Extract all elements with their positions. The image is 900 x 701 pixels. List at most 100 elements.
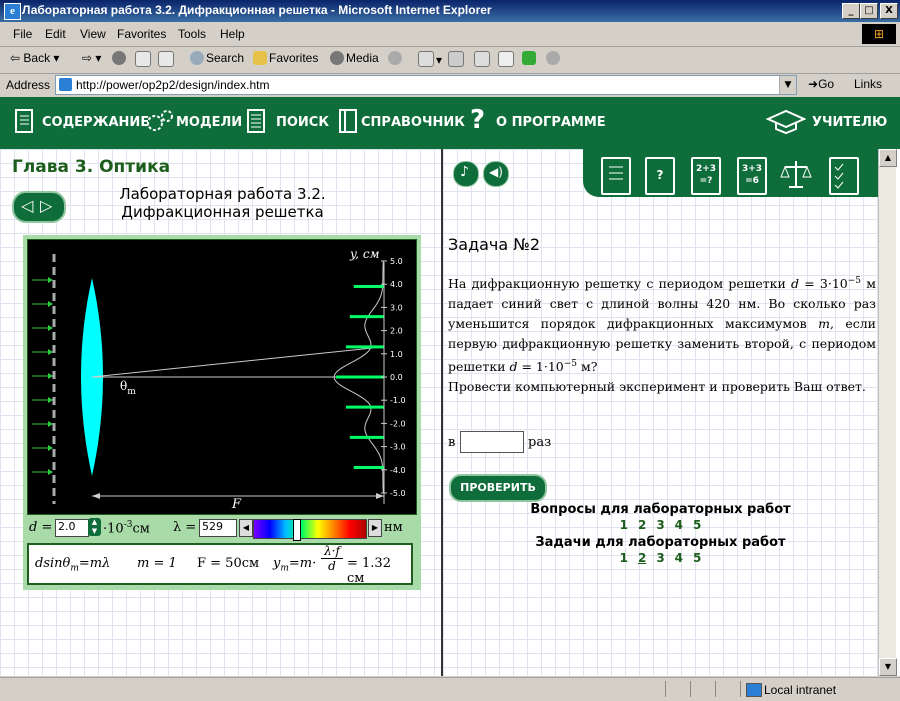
lambda-right-button[interactable]: ▶ (368, 519, 382, 537)
nav-reference[interactable]: СПРАВОЧНИК (361, 115, 465, 130)
favorites-button[interactable]: Favorites (253, 51, 318, 65)
task-link[interactable]: 4 (675, 551, 683, 565)
messenger-button[interactable] (522, 51, 538, 65)
task-link[interactable]: 1 (620, 551, 628, 565)
lambda-spectrum-slider[interactable] (253, 519, 367, 541)
go-button[interactable]: ➜Go (808, 77, 834, 91)
incident-ray-arrow (48, 469, 53, 475)
teacher-cap-icon (766, 109, 806, 135)
links-button[interactable]: Links (854, 77, 882, 91)
y-tick-label: 2.0 (390, 327, 403, 336)
solution-tool-icon[interactable]: 3+3 =6 (737, 157, 767, 195)
menu-file[interactable]: File (13, 27, 32, 41)
menu-help[interactable]: Help (220, 27, 245, 41)
sound-button[interactable]: ◀) (483, 161, 509, 187)
question-link[interactable]: 1 (620, 518, 628, 532)
menu-edit[interactable]: Edit (45, 27, 66, 41)
lambda-left-button[interactable]: ◀ (239, 519, 253, 537)
incident-rays (32, 277, 53, 475)
d-input[interactable]: 2.0 (55, 519, 89, 537)
nav-teacher[interactable]: УЧИТЕЛЮ (812, 115, 887, 130)
favorites-icon (253, 51, 267, 65)
back-button[interactable]: ⇦ Back ▾ (10, 51, 59, 65)
scroll-up-icon[interactable]: ▲ (879, 149, 897, 167)
menu-tools[interactable]: Tools (178, 27, 206, 41)
history-button[interactable] (388, 51, 404, 65)
print-icon (448, 51, 464, 67)
print-button[interactable] (448, 51, 466, 67)
nav-arrows: ◁ ▷ (12, 191, 66, 223)
nav-search[interactable]: ПОИСК (276, 115, 329, 130)
media-button[interactable]: Media (330, 51, 379, 65)
scroll-down-icon[interactable]: ▼ (879, 658, 897, 676)
formula-grating: dsinθm=mλ (35, 556, 111, 574)
maxima-lines (336, 285, 384, 469)
incident-ray-arrow (48, 349, 53, 355)
home-button[interactable] (158, 51, 176, 67)
answer-input[interactable] (460, 431, 524, 453)
vertical-scrollbar[interactable]: ▲ ▼ (878, 149, 897, 676)
f-arrow-left (92, 493, 100, 499)
formula-ym: ym=m· (273, 556, 317, 574)
address-input[interactable]: http://power/op2p2/design/index.htm ▼ (55, 75, 797, 95)
y-tick-label: -4.0 (390, 466, 406, 475)
edit-button[interactable] (474, 51, 492, 67)
checklist-tool-icon[interactable] (829, 157, 859, 195)
d-unit: ·10-3см (103, 520, 150, 537)
nav-about[interactable]: О ПРОГРАММЕ (496, 115, 606, 130)
related-icon (546, 51, 560, 65)
forward-button[interactable]: ⇨ ▾ (82, 51, 101, 65)
page-content: СОДЕРЖАНИЕ МОДЕЛИ ПОИСК СПРАВОЧНИК ? О П… (0, 97, 900, 676)
y-tick-label: 3.0 (390, 303, 403, 312)
f-arrow-right (376, 493, 384, 499)
menu-favorites[interactable]: Favorites (117, 27, 166, 41)
page-icon (59, 78, 72, 91)
f-label: F (231, 497, 242, 512)
lambda-slider-thumb[interactable] (293, 519, 301, 541)
search-button[interactable]: Search (190, 51, 244, 65)
media-icon (330, 51, 344, 65)
question-link[interactable]: 2 (638, 518, 646, 532)
stop-button[interactable] (112, 51, 128, 65)
task-link[interactable]: 3 (656, 551, 664, 565)
next-arrow-icon[interactable]: ▷ (40, 196, 52, 215)
y-tick-label: 5.0 (390, 257, 403, 266)
answer-prefix: в (448, 435, 456, 450)
nav-contents[interactable]: СОДЕРЖАНИЕ (42, 115, 149, 130)
scales-tool-icon[interactable] (779, 157, 813, 191)
question-link[interactable]: 5 (693, 518, 701, 532)
music-button[interactable]: ♪ (453, 161, 479, 187)
d-spinner[interactable]: ▲ ▼ (88, 518, 101, 536)
textbook-tool-icon[interactable] (601, 157, 631, 195)
task-link-current[interactable]: 2 (638, 551, 646, 565)
prev-arrow-icon[interactable]: ◁ (21, 196, 33, 215)
problem-tool-icon[interactable]: 2+3 =? (691, 157, 721, 195)
refresh-button[interactable] (135, 51, 153, 67)
discuss-button[interactable] (498, 51, 516, 67)
check-button[interactable]: ПРОВЕРИТЬ (449, 474, 547, 502)
y-tick-label: -3.0 (390, 443, 406, 452)
address-dropdown[interactable]: ▼ (779, 76, 796, 94)
minimize-button[interactable]: _ (842, 3, 860, 19)
maximize-button[interactable]: □ (860, 3, 878, 19)
questions-title: Вопросы для лабораторных работ (530, 502, 791, 517)
diffraction-canvas: 5.0 4.0 3.0 2.0 1.0 0.0 -1.0 -2.0 -3.0 -4.0 -5.0 y… (27, 239, 417, 515)
close-button[interactable]: X (880, 3, 898, 19)
nav-models[interactable]: МОДЕЛИ (176, 115, 242, 130)
question-link[interactable]: 4 (675, 518, 683, 532)
formula-box: dsinθm=mλ m = 1 F = 50см ym=m· λ·f d = 1.… (27, 543, 413, 586)
quiz-tool-icon[interactable]: ? (645, 157, 675, 195)
mail-button[interactable]: ▾ (418, 51, 442, 67)
edit-icon (474, 51, 490, 67)
incident-ray-arrow (48, 397, 53, 403)
history-icon (388, 51, 402, 65)
related-button[interactable] (546, 51, 562, 65)
lambda-label: λ = (173, 520, 197, 535)
tools-panel: ? 2+3 =? 3+3 =6 (583, 149, 878, 197)
task-link[interactable]: 5 (693, 551, 701, 565)
lambda-input[interactable]: 529 (199, 519, 237, 537)
menu-view[interactable]: View (80, 27, 106, 41)
reference-book-icon (339, 109, 357, 133)
question-link[interactable]: 3 (656, 518, 664, 532)
chapter-title: Глава 3. Оптика (12, 157, 171, 177)
